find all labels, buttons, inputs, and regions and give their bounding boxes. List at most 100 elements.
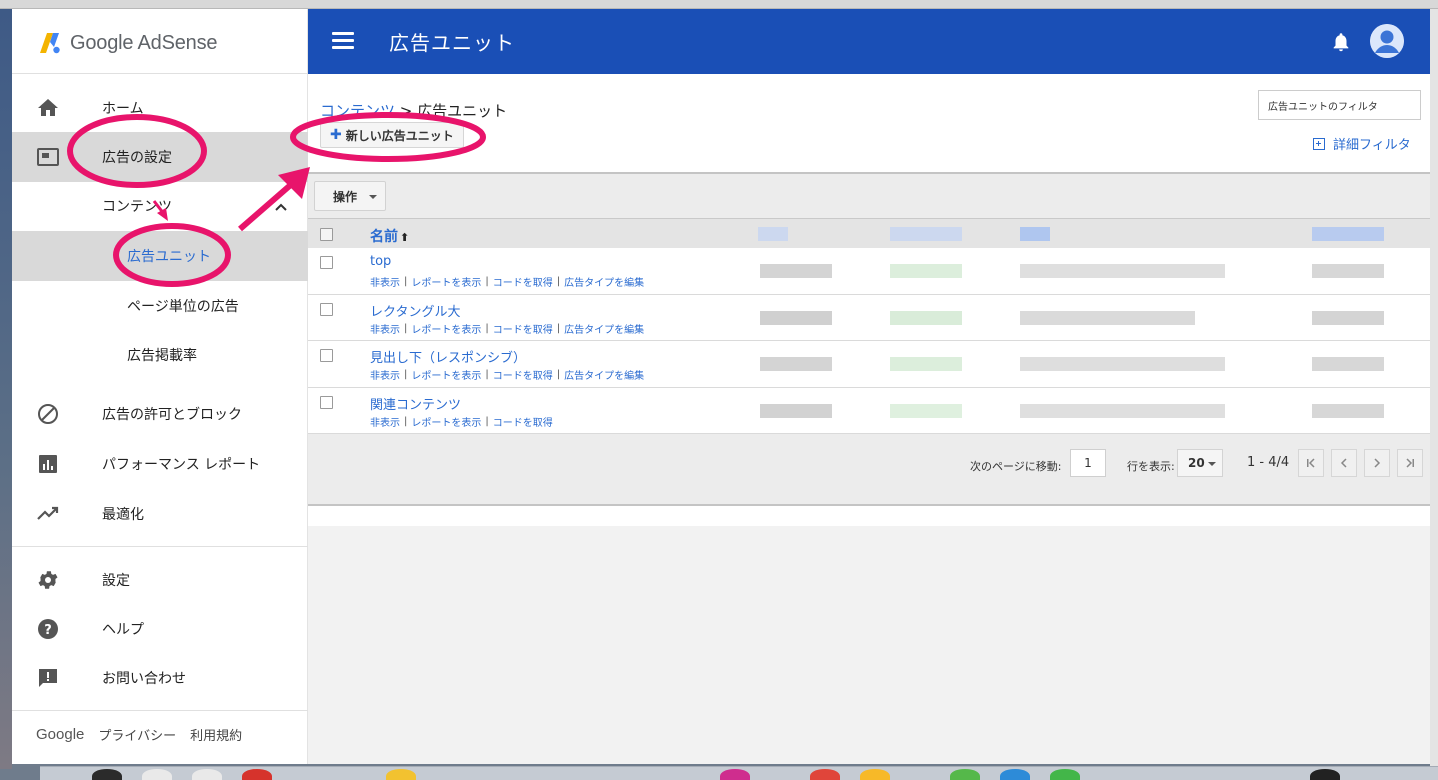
desktop-background — [0, 9, 12, 769]
footer-terms-link[interactable]: 利用規約 — [190, 725, 242, 744]
block-icon — [36, 402, 60, 426]
sidebar-item-ad-coverage[interactable]: 広告掲載率 — [12, 330, 308, 380]
sort-arrow-up-icon: ⬆ — [400, 231, 410, 244]
sidebar-item-label: コンテンツ — [102, 199, 172, 215]
dock-app-icon[interactable] — [192, 769, 222, 780]
sidebar-item-home[interactable]: ホーム — [12, 83, 308, 133]
table-row: レクタングル大 非表示 | レポートを表示 | コードを取得 | 広告タイプを編集 — [308, 294, 1430, 341]
last-page-button[interactable] — [1397, 449, 1423, 477]
hide-link[interactable]: 非表示 — [370, 414, 400, 429]
hide-link[interactable]: 非表示 — [370, 367, 400, 382]
view-report-link[interactable]: レポートを表示 — [411, 274, 481, 289]
dock-app-icon[interactable] — [242, 769, 272, 780]
edit-ad-type-link[interactable]: 広告タイプを編集 — [564, 321, 644, 336]
dock-app-icon[interactable] — [1050, 769, 1080, 780]
sidebar-item-label: ページ単位の広告 — [127, 299, 239, 315]
hide-link[interactable]: 非表示 — [370, 321, 400, 336]
sidebar-item-help[interactable]: ? ヘルプ — [12, 604, 308, 654]
row-checkbox[interactable] — [320, 395, 333, 409]
next-page-button[interactable] — [1364, 449, 1390, 477]
sidebar-item-performance-reports[interactable]: パフォーマンス レポート — [12, 439, 308, 489]
actions-dropdown[interactable]: 操作 — [314, 181, 386, 211]
rows-per-page-value: 20 — [1188, 456, 1205, 470]
bar-chart-icon — [36, 452, 60, 476]
blurred-row-data — [745, 388, 1428, 434]
table-row: 関連コンテンツ 非表示 | レポートを表示 | コードを取得 — [308, 387, 1430, 434]
row-actions: 非表示 | レポートを表示 | コードを取得 | 広告タイプを編集 — [370, 274, 645, 289]
prev-page-icon — [1340, 458, 1347, 468]
view-report-link[interactable]: レポートを表示 — [411, 321, 481, 336]
avatar[interactable] — [1370, 24, 1404, 58]
sidebar-divider — [12, 710, 308, 711]
table-row: top 非表示 | レポートを表示 | コードを取得 | 広告タイプを編集 — [308, 248, 1430, 295]
sidebar-item-settings[interactable]: 設定 — [12, 555, 308, 605]
get-code-link[interactable]: コードを取得 — [493, 414, 553, 429]
chevron-up-icon[interactable] — [274, 199, 288, 213]
sidebar-item-label: 最適化 — [102, 507, 144, 523]
column-name-label: 名前 — [370, 229, 398, 245]
page-title: 広告ユニット — [389, 31, 515, 55]
dock-app-icon[interactable] — [1000, 769, 1030, 780]
breadcrumb-parent-link[interactable]: コンテンツ — [320, 102, 395, 120]
sidebar-item-ad-settings[interactable]: 広告の設定 — [12, 132, 308, 182]
ad-unit-name-link[interactable]: top — [370, 254, 391, 269]
sidebar-item-optimization[interactable]: 最適化 — [12, 489, 308, 539]
ad-unit-name-link[interactable]: 見出し下（レスポンシブ） — [370, 347, 526, 366]
sidebar-item-contact[interactable]: お問い合わせ — [12, 653, 308, 703]
content-background — [308, 526, 1430, 764]
sidebar-item-label: 広告掲載率 — [127, 348, 197, 364]
table-header: 名前 ⬆ — [308, 218, 1430, 248]
adsense-logo[interactable]: Google AdSense — [38, 27, 218, 59]
new-ad-unit-button[interactable]: ✚ 新しい広告ユニット — [320, 122, 464, 148]
goto-page-input[interactable]: 1 — [1070, 449, 1106, 477]
view-report-link[interactable]: レポートを表示 — [411, 367, 481, 382]
dock-app-icon[interactable] — [142, 769, 172, 780]
sidebar-item-label: 広告の許可とブロック — [102, 407, 242, 423]
help-icon: ? — [36, 617, 60, 641]
home-icon — [36, 96, 60, 120]
footer-privacy-link[interactable]: プライバシー — [98, 725, 176, 744]
view-report-link[interactable]: レポートを表示 — [411, 414, 481, 429]
sidebar-item-content[interactable]: コンテンツ — [12, 181, 308, 231]
sidebar-item-page-level-ads[interactable]: ページ単位の広告 — [12, 281, 308, 331]
sidebar-item-ad-units[interactable]: 広告ユニット — [12, 231, 308, 281]
edit-ad-type-link[interactable]: 広告タイプを編集 — [564, 274, 644, 289]
dock-app-icon[interactable] — [720, 769, 750, 780]
sidebar-item-label: 広告ユニット — [127, 249, 211, 265]
sidebar-item-allow-block[interactable]: 広告の許可とブロック — [12, 389, 308, 439]
dock-app-icon[interactable] — [860, 769, 890, 780]
row-checkbox[interactable] — [320, 256, 333, 269]
menu-icon[interactable] — [332, 32, 354, 50]
dock-app-icon[interactable] — [386, 769, 416, 780]
dock-app-icon[interactable] — [950, 769, 980, 780]
dock-app-icon[interactable] — [810, 769, 840, 780]
notification-bell-icon[interactable] — [1330, 30, 1352, 54]
column-header-name[interactable]: 名前 ⬆ — [370, 226, 409, 246]
get-code-link[interactable]: コードを取得 — [493, 274, 553, 289]
hide-link[interactable]: 非表示 — [370, 274, 400, 289]
row-checkbox[interactable] — [320, 302, 333, 316]
sidebar-item-label: パフォーマンス レポート — [102, 457, 261, 473]
trending-up-icon — [36, 502, 60, 526]
ad-unit-name-link[interactable]: レクタングル大 — [370, 301, 460, 320]
edit-ad-type-link[interactable]: 広告タイプを編集 — [564, 367, 644, 382]
dock-app-icon[interactable] — [92, 769, 122, 780]
sidebar-item-label: お問い合わせ — [102, 671, 186, 687]
ad-unit-filter-input[interactable]: 広告ユニットのフィルタ — [1258, 90, 1421, 120]
first-page-button[interactable] — [1298, 449, 1324, 477]
sidebar-divider — [12, 73, 308, 74]
adsense-logo-icon — [38, 30, 64, 56]
row-checkbox[interactable] — [320, 349, 333, 362]
prev-page-button[interactable] — [1331, 449, 1357, 477]
advanced-filter-link[interactable]: 詳細フィルタ — [1313, 134, 1411, 153]
select-all-checkbox[interactable] — [320, 228, 333, 241]
browser-window: Google AdSense ホーム 広告の設定 コンテンツ 広告ユニット ペー… — [12, 9, 1430, 764]
rows-per-page-select[interactable]: 20 — [1177, 449, 1223, 477]
pagination-bar: 次のページに移動: 1 行を表示: 20 1 - 4/4 — [308, 446, 1430, 486]
desktop-window-edge — [1430, 9, 1438, 769]
dock-app-icon[interactable] — [1310, 769, 1340, 780]
rows-per-page-label: 行を表示: — [1127, 460, 1175, 473]
ad-unit-name-link[interactable]: 関連コンテンツ — [370, 394, 461, 413]
get-code-link[interactable]: コードを取得 — [493, 321, 553, 336]
get-code-link[interactable]: コードを取得 — [493, 367, 553, 382]
